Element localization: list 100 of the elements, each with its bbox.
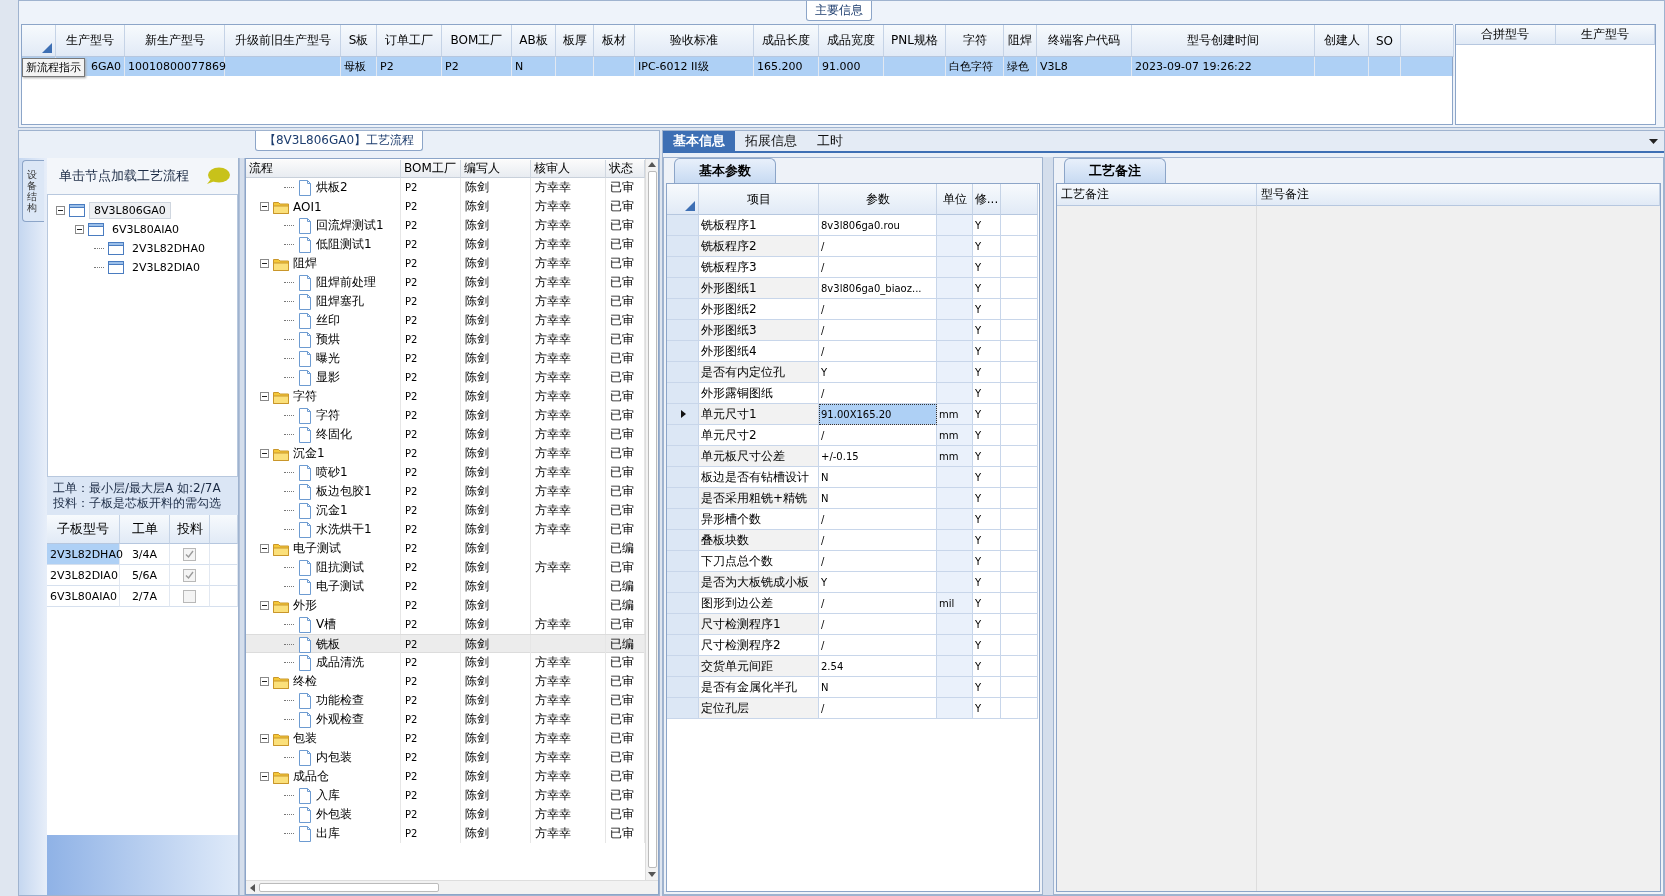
collapse-icon[interactable] <box>260 601 269 610</box>
column-header[interactable]: 生产型号 <box>1555 25 1655 45</box>
table-row[interactable]: 尺寸检测程序1 / Y <box>667 614 1039 635</box>
column-header[interactable]: BOM工厂 <box>442 25 512 57</box>
scroll-left-icon[interactable] <box>250 883 255 892</box>
table-row[interactable]: 喷砂1 P2 陈剑 方幸幸 已审 <box>246 463 645 482</box>
tree-node[interactable]: 阻焊 <box>293 255 317 272</box>
tree-node[interactable]: 字符 <box>316 407 340 424</box>
table-row[interactable]: 单元尺寸1 91.00X165.20 mm Y <box>667 404 1039 425</box>
column-header[interactable]: 验收标准 <box>635 25 754 57</box>
table-row[interactable]: AOI1 P2 陈剑 方幸幸 已审 <box>246 197 645 216</box>
tree-node[interactable]: 烘板2 <box>316 179 348 196</box>
column-header[interactable]: 参数 <box>819 184 937 215</box>
splitter[interactable] <box>1043 157 1053 895</box>
sub-tab[interactable]: 工艺备注 <box>1064 158 1166 183</box>
table-row[interactable]: 是否为大板铣成小板 Y Y <box>667 572 1039 593</box>
collapse-icon[interactable] <box>260 544 269 553</box>
table-row[interactable]: 电子测试 P2 陈剑 已编 <box>246 539 645 558</box>
checkbox[interactable] <box>183 547 196 561</box>
sub-tab[interactable]: 基本参数 <box>674 158 776 183</box>
tree-node[interactable]: 显影 <box>316 369 340 386</box>
dropdown-icon[interactable] <box>1649 138 1658 144</box>
column-header[interactable]: 合拼型号 <box>1456 25 1556 45</box>
side-tab[interactable]: 设备结构 <box>22 160 44 222</box>
table-row[interactable]: 阻焊前处理 P2 陈剑 方幸幸 已审 <box>246 273 645 292</box>
table-row[interactable]: 回流焊测试1 P2 陈剑 方幸幸 已审 <box>246 216 645 235</box>
collapse-icon[interactable] <box>260 677 269 686</box>
tree-node[interactable]: 8V3L806GA0 <box>89 202 171 219</box>
column-header[interactable]: 项目 <box>699 184 819 215</box>
column-header[interactable]: 升级前旧生产型号 <box>225 25 341 57</box>
row-header[interactable] <box>667 404 699 425</box>
table-row[interactable]: 终固化 P2 陈剑 方幸幸 已审 <box>246 425 645 444</box>
select-all-corner[interactable] <box>22 25 56 57</box>
table-row[interactable]: 内包装 P2 陈剑 方幸幸 已审 <box>246 748 645 767</box>
table-row[interactable]: 包装 P2 陈剑 方幸幸 已审 <box>246 729 645 748</box>
tree-node[interactable]: 阻焊前处理 <box>316 274 376 291</box>
table-row[interactable]: 功能检查 P2 陈剑 方幸幸 已审 <box>246 691 645 710</box>
table-row[interactable]: 低阻测试1 P2 陈剑 方幸幸 已审 <box>246 235 645 254</box>
column-header[interactable]: 成品宽度 <box>819 25 884 57</box>
scroll-thumb[interactable] <box>259 883 439 892</box>
table-row[interactable]: 单元板尺寸公差 +/-0.15 mm Y <box>667 446 1039 467</box>
tree-node[interactable]: 水洗烘干1 <box>316 521 372 538</box>
tree-node[interactable]: 阻抗测试 <box>316 559 364 576</box>
table-cell[interactable]: 6V3L80AIA0 <box>47 586 120 607</box>
table-cell[interactable]: 2V3L82DIA0 <box>47 565 120 586</box>
tree-node[interactable]: 沉金1 <box>316 502 348 519</box>
table-row[interactable]: 叠板块数 / Y <box>667 530 1039 551</box>
table-row[interactable]: 曝光 P2 陈剑 方幸幸 已审 <box>246 349 645 368</box>
table-row[interactable]: 外形图纸2 / Y <box>667 299 1039 320</box>
column-header[interactable]: 板材 <box>594 25 635 57</box>
column-header[interactable]: AB板 <box>512 25 556 57</box>
select-all-corner[interactable] <box>667 184 699 215</box>
tree-node[interactable]: 终检 <box>293 673 317 690</box>
table-row[interactable]: 板边包胶1 P2 陈剑 方幸幸 已审 <box>246 482 645 501</box>
column-header[interactable]: 创建人 <box>1315 25 1369 57</box>
tree-node[interactable]: 电子测试 <box>293 540 341 557</box>
table-row[interactable]: 是否采用粗铣+精铣 N Y <box>667 488 1039 509</box>
table-row[interactable]: 是否有内定位孔 Y Y <box>667 362 1039 383</box>
table-row[interactable]: 成品清洗 P2 陈剑 方幸幸 已审 <box>246 653 645 672</box>
table-row[interactable]: 图形到边公差 / mil Y <box>667 593 1039 614</box>
tree-node[interactable]: 预烘 <box>316 331 340 348</box>
tree-node[interactable]: 2V3L82DHA0 <box>128 241 209 256</box>
checkbox[interactable] <box>183 589 196 603</box>
tree-node[interactable]: 阻焊塞孔 <box>316 293 364 310</box>
table-row[interactable]: 终检 P2 陈剑 方幸幸 已审 <box>246 672 645 691</box>
splitter[interactable] <box>239 158 245 895</box>
table-row[interactable]: 外观检查 P2 陈剑 方幸幸 已审 <box>246 710 645 729</box>
tree-node[interactable]: V槽 <box>316 616 337 633</box>
collapse-icon[interactable] <box>260 259 269 268</box>
table-row[interactable]: 阻抗测试 P2 陈剑 方幸幸 已审 <box>246 558 645 577</box>
table-row[interactable]: 定位孔层 / Y <box>667 698 1039 719</box>
tree-node[interactable]: 功能检查 <box>316 692 364 709</box>
tree-node[interactable]: 出库 <box>316 825 340 842</box>
table-row[interactable]: 成品仓 P2 陈剑 方幸幸 已审 <box>246 767 645 786</box>
column-header[interactable]: S板 <box>341 25 377 57</box>
column-header[interactable]: 流程 <box>246 159 401 178</box>
table-row[interactable]: 外形图纸3 / Y <box>667 320 1039 341</box>
column-header[interactable]: 板厚 <box>556 25 594 57</box>
table-row[interactable]: 铣板程序2 / Y <box>667 236 1039 257</box>
column-header[interactable]: 新生产型号 <box>125 25 225 57</box>
column-header[interactable]: 修... <box>973 184 1001 215</box>
column-header[interactable]: BOM工厂 <box>401 159 461 178</box>
table-row[interactable]: 是否有金属化半孔 N Y <box>667 677 1039 698</box>
table-row[interactable]: 外形 P2 陈剑 已编 <box>246 596 645 615</box>
tree-node[interactable]: AOI1 <box>293 199 322 214</box>
table-row[interactable]: 阻焊 P2 陈剑 方幸幸 已审 <box>246 254 645 273</box>
table-row[interactable]: 铣板程序3 / Y <box>667 257 1039 278</box>
column-header[interactable]: SO <box>1369 25 1401 57</box>
tree-node[interactable]: 包装 <box>293 730 317 747</box>
table-row[interactable]: 丝印 P2 陈剑 方幸幸 已审 <box>246 311 645 330</box>
table-row[interactable]: 出库 P2 陈剑 方幸幸 已审 <box>246 824 645 843</box>
tree-node[interactable]: 成品清洗 <box>316 654 364 671</box>
checkbox[interactable] <box>183 568 196 582</box>
column-header[interactable]: 核审人 <box>531 159 606 178</box>
column-header[interactable]: 阻焊 <box>1004 25 1037 57</box>
tree-node[interactable]: 喷砂1 <box>316 464 348 481</box>
tree-node[interactable]: 电子测试 <box>316 578 364 595</box>
table-row[interactable]: 字符 P2 陈剑 方幸幸 已审 <box>246 406 645 425</box>
column-header[interactable]: 终端客户代码 <box>1037 25 1132 57</box>
tree-node[interactable]: 低阻测试1 <box>316 236 372 253</box>
